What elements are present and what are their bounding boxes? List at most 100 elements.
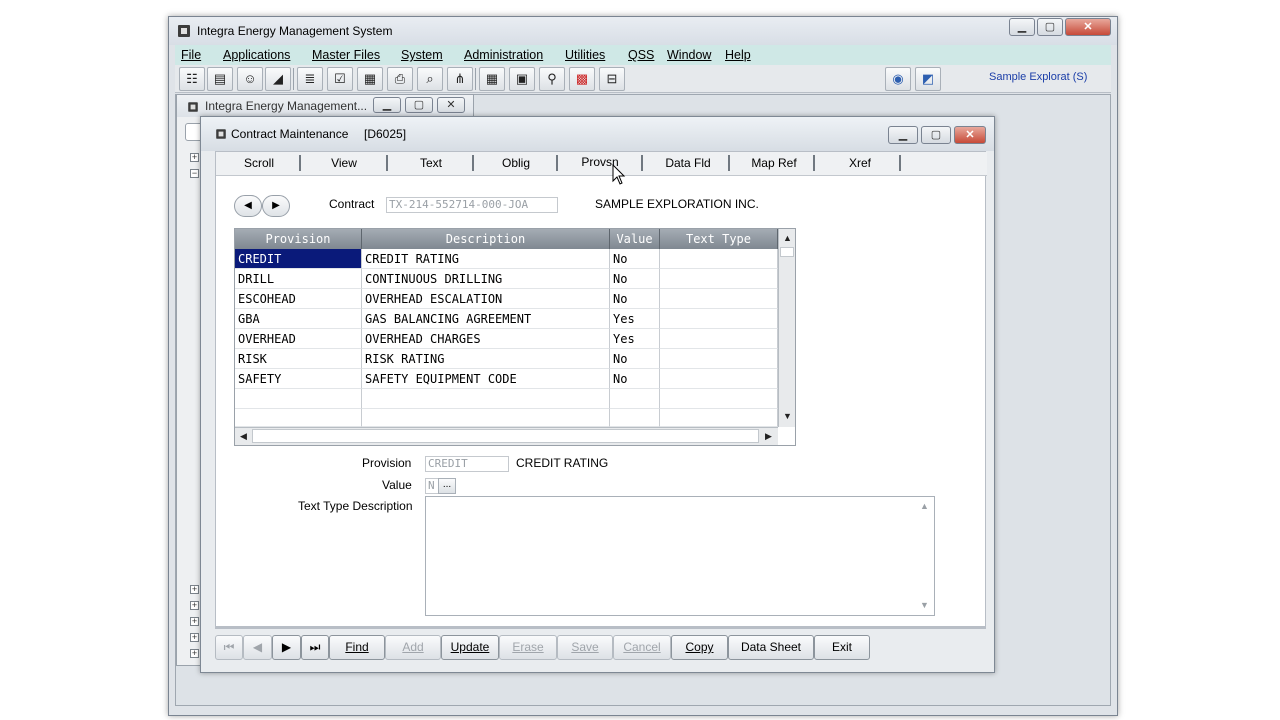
cell-description[interactable]: CREDIT RATING (362, 249, 610, 269)
cell-value[interactable]: Yes (610, 329, 660, 349)
tab-data-fld[interactable]: Data Fld (661, 156, 715, 170)
menu-master-files[interactable]: Master Files (312, 48, 380, 62)
bg-close-button[interactable]: ✕ (437, 97, 465, 113)
cell-text-type[interactable] (660, 249, 778, 269)
copy-button[interactable]: Copy (671, 635, 728, 660)
save-button[interactable]: Save (557, 635, 613, 660)
erase-button[interactable]: Erase (499, 635, 557, 660)
tree-expand-icon[interactable]: + (190, 617, 199, 626)
document-check-icon[interactable]: ☑ (327, 67, 353, 91)
last-record-button[interactable]: ⏭ (301, 635, 329, 660)
tree-expand-icon[interactable]: + (190, 601, 199, 610)
user-icon[interactable]: ☺ (237, 67, 263, 91)
cell-text-type[interactable] (660, 309, 778, 329)
window-icon[interactable]: ▣ (509, 67, 535, 91)
cell-value[interactable]: No (610, 369, 660, 389)
cell-text-type[interactable] (660, 269, 778, 289)
palette-icon[interactable]: ▩ (569, 67, 595, 91)
cancel-button[interactable]: Cancel (613, 635, 671, 660)
menu-system[interactable]: System (401, 48, 443, 62)
menu-administration[interactable]: Administration (464, 48, 543, 62)
column-header-text-type[interactable]: Text Type (660, 229, 778, 249)
cell-value[interactable]: No (610, 289, 660, 309)
menu-help[interactable]: Help (725, 48, 751, 62)
menu-utilities[interactable]: Utilities (565, 48, 605, 62)
table-row[interactable]: OVERHEAD OVERHEAD CHARGES Yes (235, 329, 778, 349)
cell-description[interactable]: CONTINUOUS DRILLING (362, 269, 610, 289)
cell-description[interactable]: SAFETY EQUIPMENT CODE (362, 369, 610, 389)
cell-text-type[interactable] (660, 289, 778, 309)
graph-icon[interactable]: ◩ (915, 67, 941, 91)
column-header-provision[interactable]: Provision (235, 229, 362, 249)
table-row[interactable]: CREDIT CREDIT RATING No (235, 249, 778, 269)
calendar-icon[interactable]: ▦ (479, 67, 505, 91)
cell-provision[interactable]: OVERHEAD (235, 329, 362, 349)
cm-close-button[interactable]: ✕ (954, 126, 986, 144)
tab-scroll[interactable]: Scroll (234, 156, 284, 170)
tree-expand-icon[interactable]: + (190, 633, 199, 642)
grid-horizontal-scrollbar[interactable]: ◀ ▶ (235, 427, 778, 445)
print-preview-icon[interactable]: ⌕ (417, 67, 443, 91)
book-icon[interactable]: ▤ (207, 67, 233, 91)
column-header-description[interactable]: Description (362, 229, 610, 249)
tree-expand-icon[interactable]: + (190, 153, 199, 162)
cell-description[interactable]: GAS BALANCING AGREEMENT (362, 309, 610, 329)
tree-collapse-icon[interactable]: − (190, 169, 199, 178)
contract-maintenance-title-bar[interactable]: Contract Maintenance [D6025] ▁ ▢ ✕ (201, 117, 994, 151)
scroll-up-icon[interactable]: ▲ (917, 499, 932, 514)
minimize-button[interactable]: ▁ (1009, 18, 1035, 36)
tree-expand-icon[interactable]: + (190, 585, 199, 594)
scroll-thumb[interactable] (252, 429, 759, 443)
add-button[interactable]: Add (385, 635, 441, 660)
menu-window[interactable]: Window (667, 48, 711, 62)
bg-minimize-button[interactable]: ▁ (373, 97, 401, 113)
prev-record-button[interactable]: ◀ (243, 635, 272, 660)
tray-icon[interactable]: ⊟ (599, 67, 625, 91)
printer-icon[interactable]: ⎙ (387, 67, 413, 91)
update-button[interactable]: Update (441, 635, 499, 660)
exit-button[interactable]: Exit (814, 635, 870, 660)
cell-provision[interactable]: DRILL (235, 269, 362, 289)
cell-text-type[interactable] (660, 349, 778, 369)
cell-value[interactable]: Yes (610, 309, 660, 329)
table-row[interactable]: RISK RISK RATING No (235, 349, 778, 369)
tab-xref[interactable]: Xref (840, 156, 880, 170)
tree-expand-icon[interactable]: + (190, 649, 199, 658)
table-row[interactable]: GBA GAS BALANCING AGREEMENT Yes (235, 309, 778, 329)
scroll-up-icon[interactable]: ▲ (780, 231, 795, 246)
document-grid-icon[interactable]: ▦ (357, 67, 383, 91)
provision-field[interactable]: CREDIT (425, 456, 509, 472)
table-row-empty[interactable] (235, 409, 778, 427)
menu-applications[interactable]: Applications (223, 48, 290, 62)
cell-description[interactable]: OVERHEAD ESCALATION (362, 289, 610, 309)
cell-provision[interactable]: CREDIT (235, 249, 362, 269)
scroll-right-icon[interactable]: ▶ (761, 429, 776, 444)
document-list-icon[interactable]: ≣ (297, 67, 323, 91)
menu-file[interactable]: File (181, 48, 201, 62)
chart-icon[interactable]: ◢ (265, 67, 291, 91)
maximize-button[interactable]: ▢ (1037, 18, 1063, 36)
cell-value[interactable]: No (610, 249, 660, 269)
scroll-down-icon[interactable]: ▼ (917, 598, 932, 613)
grid-vertical-scrollbar[interactable]: ▲ ▼ (778, 229, 795, 427)
value-field[interactable]: N (425, 478, 439, 494)
cm-minimize-button[interactable]: ▁ (888, 126, 918, 144)
scroll-thumb[interactable] (780, 247, 794, 257)
cell-provision[interactable]: ESCOHEAD (235, 289, 362, 309)
table-row[interactable]: DRILL CONTINUOUS DRILLING No (235, 269, 778, 289)
next-record-button[interactable]: ▶ (262, 195, 290, 217)
cell-provision[interactable]: RISK (235, 349, 362, 369)
hierarchy-icon[interactable]: ⋔ (447, 67, 473, 91)
menu-qss[interactable]: QSS (628, 48, 654, 62)
cell-description[interactable]: OVERHEAD CHARGES (362, 329, 610, 349)
cell-text-type[interactable] (660, 369, 778, 389)
bg-maximize-button[interactable]: ▢ (405, 97, 433, 113)
column-header-value[interactable]: Value (610, 229, 660, 249)
data-sheet-button[interactable]: Data Sheet (728, 635, 814, 660)
cell-text-type[interactable] (660, 329, 778, 349)
first-record-button[interactable]: ⏮ (215, 635, 243, 660)
prev-record-button[interactable]: ◀ (234, 195, 262, 217)
cell-provision[interactable]: SAFETY (235, 369, 362, 389)
globe-icon[interactable]: ◉ (885, 67, 911, 91)
tab-view[interactable]: View (324, 156, 364, 170)
